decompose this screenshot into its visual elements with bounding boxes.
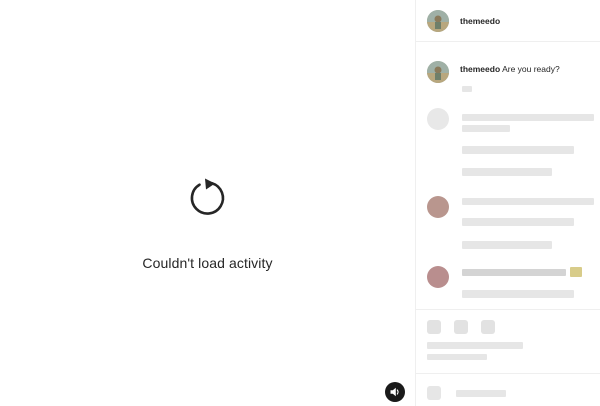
comment-text-blurred [462,198,594,205]
comment-input-divider [416,373,600,374]
avatar[interactable] [427,61,449,83]
avatar[interactable] [427,196,449,218]
comment-meta-blurred [462,86,472,92]
error-message: Couldn't load activity [142,255,273,271]
comment-meta-blurred [462,146,574,154]
emoji-icon[interactable] [427,386,441,400]
comment-meta-blurred [462,168,552,176]
comments-panel: themeedo themeedo Are you ready? [416,0,600,406]
comment-body: themeedo Are you ready? [460,64,560,83]
avatar[interactable] [427,266,449,288]
share-icon[interactable] [481,320,495,334]
comment-text-blurred [462,269,566,276]
media-area: Couldn't load activity [0,0,415,406]
comment-meta-blurred [462,241,552,249]
comment-emoji-blurred [570,267,582,277]
caption-comment: themeedo Are you ready? [427,61,597,83]
comment-icon[interactable] [454,320,468,334]
comment-input-blurred[interactable] [456,390,506,397]
actions-divider [416,309,600,310]
comment-text-blurred [462,114,594,121]
header-username[interactable]: themeedo [460,16,500,26]
post-header: themeedo [416,0,600,42]
speaker-icon [390,387,399,397]
likes-count-blurred [427,342,523,349]
comment-text-blurred [462,125,510,132]
post-date-blurred [427,354,487,360]
like-icon[interactable] [427,320,441,334]
comment-meta-blurred [462,218,574,226]
comment-meta-blurred [462,290,574,298]
avatar[interactable] [427,9,449,32]
avatar[interactable] [427,108,449,130]
comment-username[interactable]: themeedo [460,64,500,74]
comment-text: Are you ready? [502,64,560,74]
reload-icon[interactable] [186,176,230,220]
sound-toggle-button[interactable] [385,382,405,402]
